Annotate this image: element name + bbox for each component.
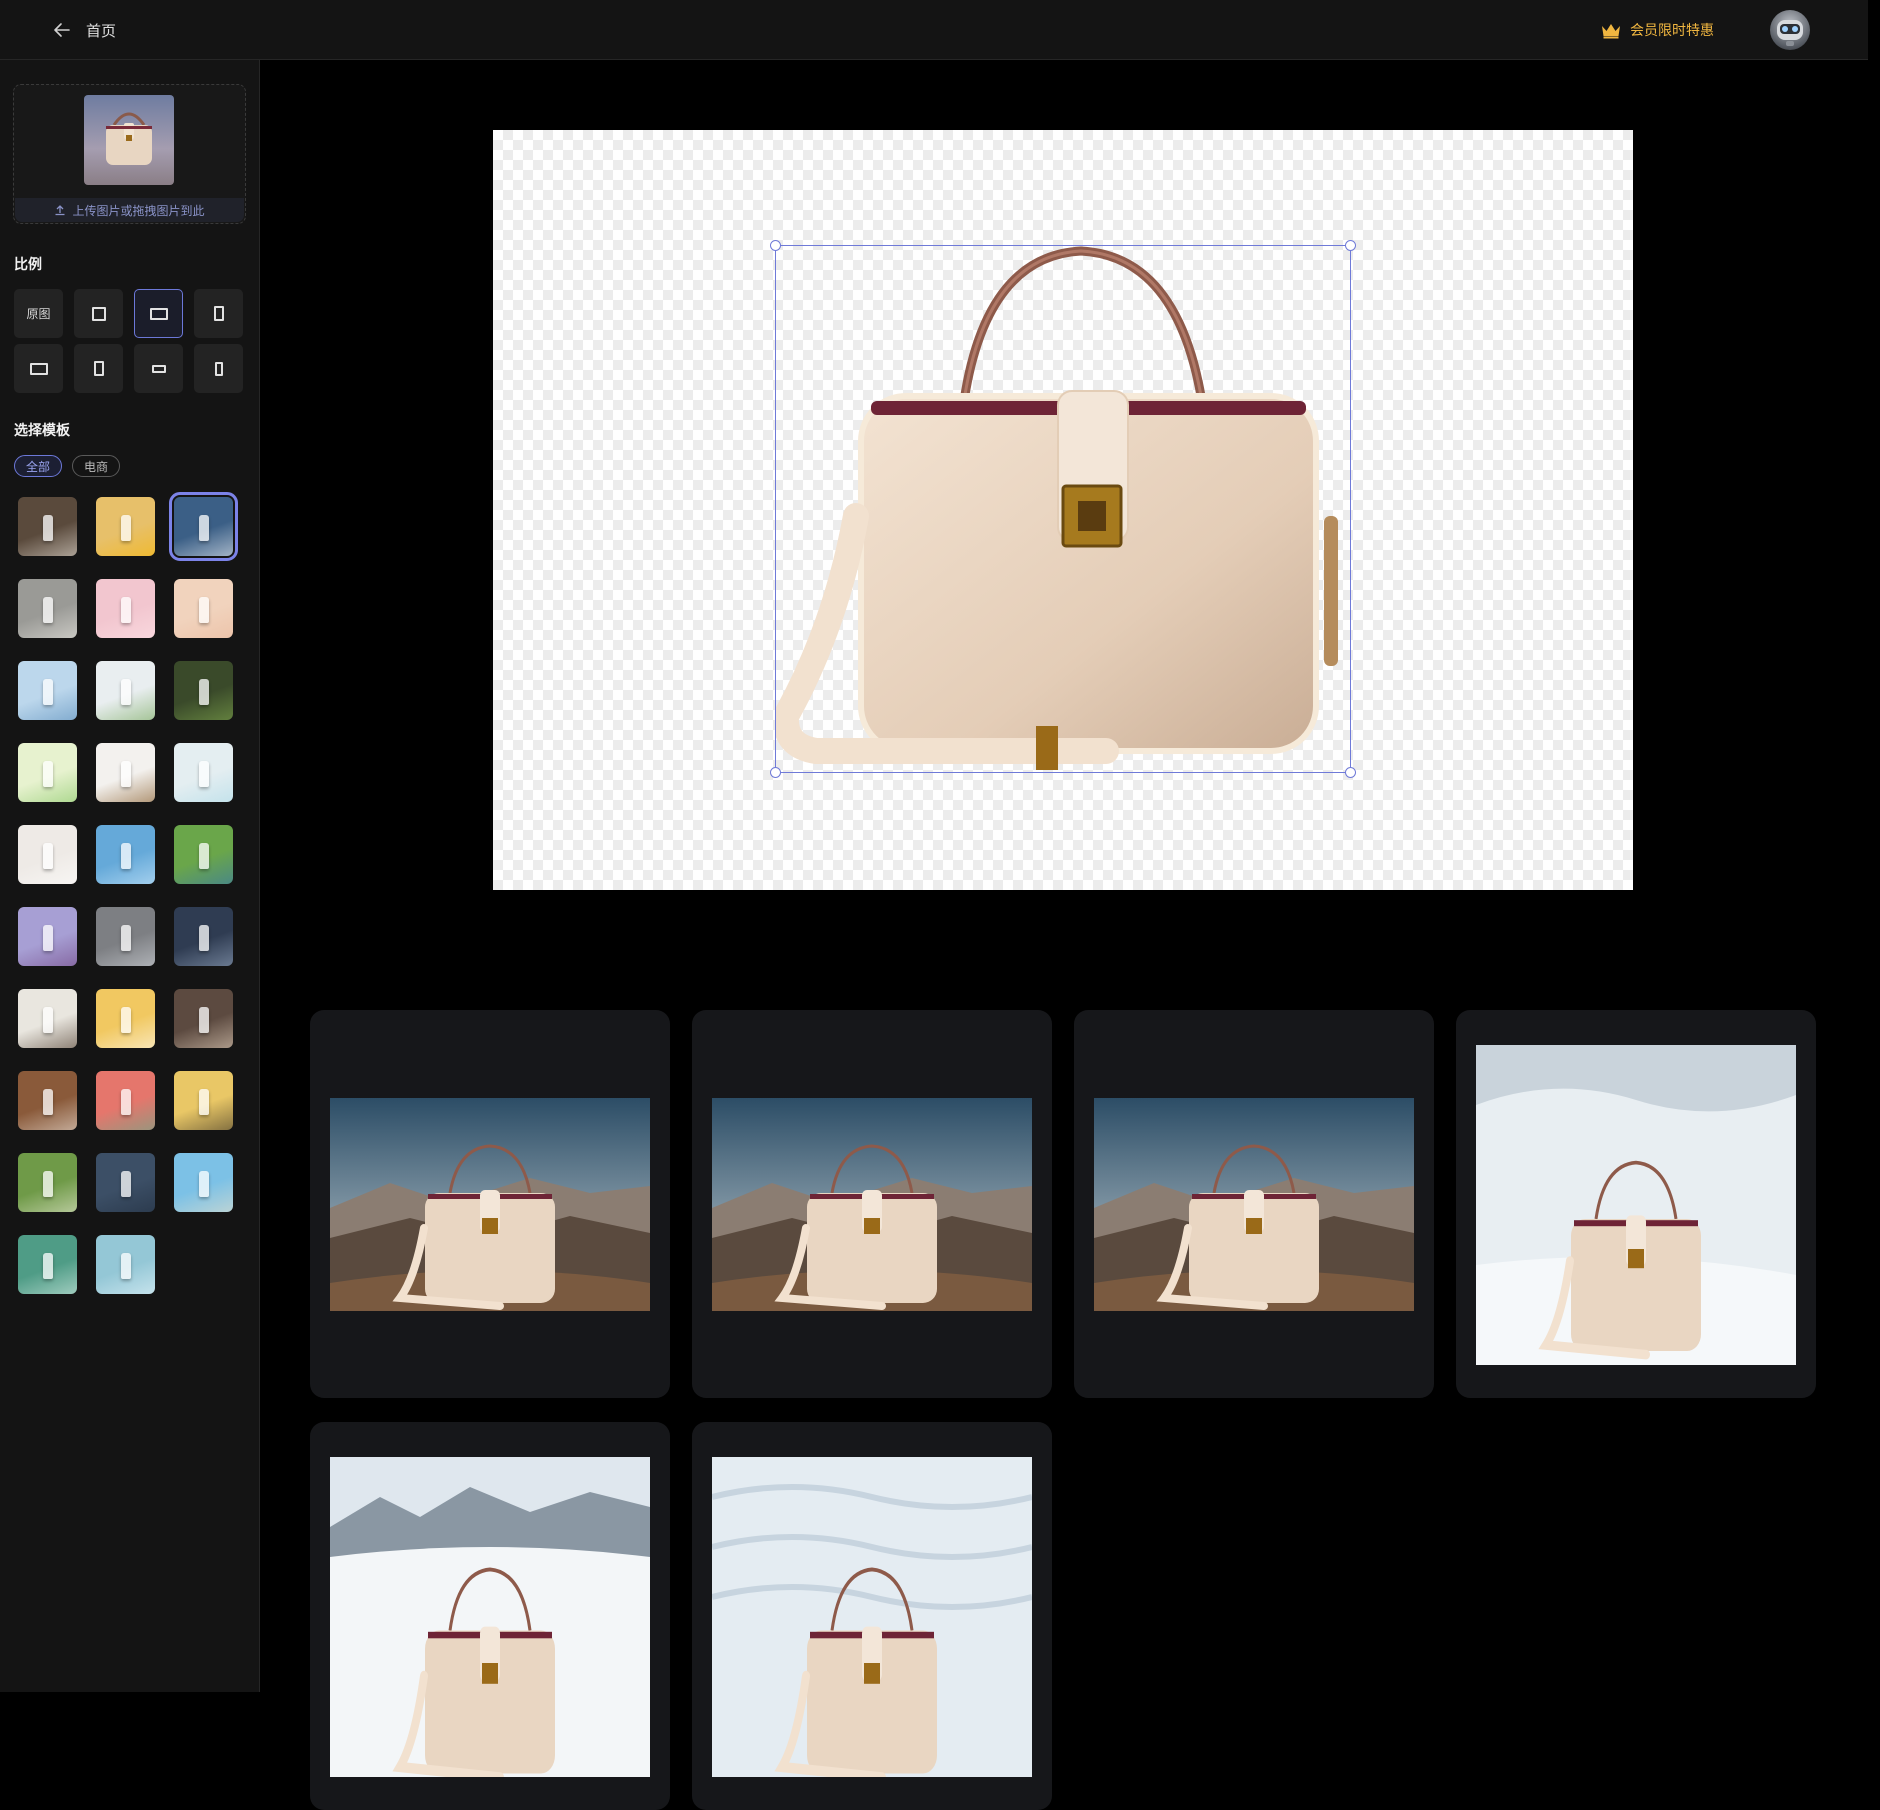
upload-icon xyxy=(55,205,65,216)
upload-hint-text: 上传图片或拖拽图片到此 xyxy=(72,203,205,218)
template-thumbnail[interactable] xyxy=(18,743,77,802)
ratio-option-6[interactable] xyxy=(74,344,123,393)
template-thumbnail[interactable] xyxy=(96,743,155,802)
ratio-portrait-icon xyxy=(213,306,224,321)
template-thumbnail[interactable] xyxy=(18,1153,77,1212)
template-thumbnail[interactable] xyxy=(174,579,233,638)
result-card[interactable] xyxy=(1456,1010,1816,1398)
template-thumbnail[interactable] xyxy=(96,907,155,966)
template-thumbnail[interactable] xyxy=(174,1153,233,1212)
template-thumbnail[interactable] xyxy=(174,989,233,1048)
template-thumbnail[interactable] xyxy=(174,907,233,966)
template-thumbnail[interactable] xyxy=(96,1153,155,1212)
ratio-landscape-icon xyxy=(149,307,168,320)
template-thumbnail[interactable] xyxy=(96,497,155,556)
sidebar: 上传图片或拖拽图片到此 比例 原图 选择模板 全部 电商 xyxy=(0,60,260,1692)
template-thumbnail[interactable] xyxy=(174,743,233,802)
template-thumbnail[interactable] xyxy=(169,492,238,561)
robot-avatar-icon xyxy=(1777,20,1803,46)
resize-handle-bottom-left[interactable] xyxy=(770,767,781,778)
upload-dropzone[interactable]: 上传图片或拖拽图片到此 xyxy=(13,84,246,224)
template-thumbnail[interactable] xyxy=(18,1235,77,1294)
template-thumbnail[interactable] xyxy=(18,1071,77,1130)
result-card[interactable] xyxy=(310,1422,670,1810)
template-thumbnail[interactable] xyxy=(18,661,77,720)
template-thumbnail[interactable] xyxy=(18,907,77,966)
template-thumbnail[interactable] xyxy=(96,661,155,720)
vip-label: 会员限时特惠 xyxy=(1630,23,1714,39)
back-home-button[interactable]: 首页 xyxy=(52,16,116,44)
template-section-title: 选择模板 xyxy=(14,423,70,439)
uploaded-image-thumbnail xyxy=(84,95,174,185)
generated-image xyxy=(1476,1045,1796,1365)
upload-hint: 上传图片或拖拽图片到此 xyxy=(15,198,244,222)
result-card[interactable] xyxy=(692,1010,1052,1398)
product-selection-box[interactable] xyxy=(770,240,1356,778)
resize-handle-bottom-right[interactable] xyxy=(1345,767,1356,778)
ratio-option-4[interactable] xyxy=(194,289,243,338)
template-grid xyxy=(18,492,238,1294)
template-thumbnail[interactable] xyxy=(96,579,155,638)
generated-image xyxy=(712,1098,1032,1311)
crown-icon xyxy=(1602,24,1620,39)
template-thumbnail[interactable] xyxy=(96,825,155,884)
ratio-portrait-icon xyxy=(93,361,104,376)
ratio-option-label: 原图 xyxy=(26,307,51,321)
ratio-option-5[interactable] xyxy=(14,344,63,393)
template-thumbnail[interactable] xyxy=(18,989,77,1048)
top-bar: 首页 会员限时特惠 xyxy=(0,0,1868,60)
filter-tag-1[interactable]: 全部 xyxy=(14,455,63,477)
ratio-option-7[interactable] xyxy=(134,344,183,393)
generated-image xyxy=(330,1098,650,1311)
result-card[interactable] xyxy=(1074,1010,1434,1398)
generated-image xyxy=(712,1457,1032,1777)
ratio-section-title: 比例 xyxy=(14,257,42,273)
template-thumbnail[interactable] xyxy=(174,661,233,720)
vip-offer-button[interactable]: 会员限时特惠 xyxy=(1600,18,1714,42)
template-filter-tags: 全部 电商 xyxy=(14,455,121,477)
back-label: 首页 xyxy=(86,21,117,40)
template-thumbnail[interactable] xyxy=(18,825,77,884)
editor-canvas[interactable] xyxy=(493,130,1633,890)
template-thumbnail[interactable] xyxy=(96,989,155,1048)
resize-handle-top-left[interactable] xyxy=(770,240,781,251)
filter-tag-2[interactable]: 电商 xyxy=(72,455,121,477)
ratio-square-icon xyxy=(91,306,106,321)
template-thumbnail[interactable] xyxy=(96,1071,155,1130)
generated-image xyxy=(1094,1098,1414,1311)
ratio-option-2[interactable] xyxy=(74,289,123,338)
ratio-option-3[interactable] xyxy=(134,289,183,338)
result-card[interactable] xyxy=(310,1010,670,1398)
ratio-options: 原图 xyxy=(14,289,245,393)
ratio-tall-icon xyxy=(214,361,223,376)
template-thumbnail[interactable] xyxy=(96,1235,155,1294)
template-thumbnail[interactable] xyxy=(18,497,77,556)
result-card[interactable] xyxy=(692,1422,1052,1810)
handbag-cutout-image xyxy=(776,246,1338,770)
ratio-wide-icon xyxy=(151,364,166,373)
template-thumbnail[interactable] xyxy=(174,825,233,884)
ratio-option-8[interactable] xyxy=(194,344,243,393)
generated-image xyxy=(330,1457,650,1777)
template-thumbnail[interactable] xyxy=(18,579,77,638)
user-avatar[interactable] xyxy=(1770,10,1810,50)
template-thumbnail[interactable] xyxy=(174,1071,233,1130)
ratio-landscape-icon xyxy=(29,362,48,375)
arrow-left-icon xyxy=(54,23,70,37)
resize-handle-top-right[interactable] xyxy=(1345,240,1356,251)
ratio-option-1[interactable]: 原图 xyxy=(14,289,63,338)
